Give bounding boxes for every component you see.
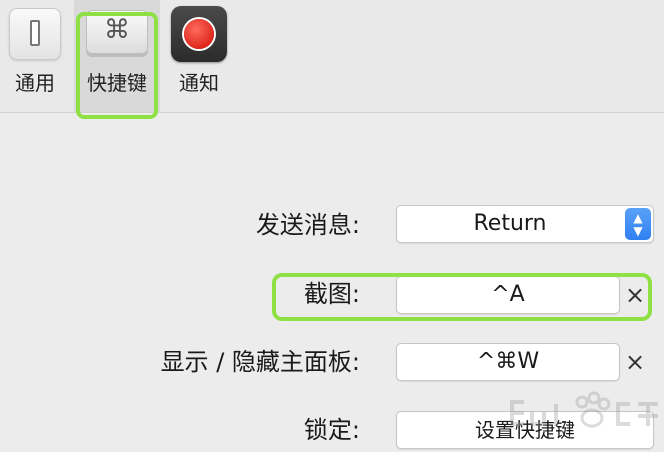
record-dot-icon <box>171 6 227 62</box>
baidu-watermark-logo <box>510 391 658 428</box>
send-message-value: Return <box>473 211 547 236</box>
tab-notifications-label: 通知 <box>179 71 219 95</box>
screenshot-clear-icon[interactable]: × <box>622 279 648 311</box>
lock-label: 锁定: <box>303 416 360 444</box>
screenshot-label: 截图: <box>303 280 360 308</box>
tab-general-label: 通用 <box>15 71 55 95</box>
preferences-toolbar: 通用 ⌘ 快捷键 通知 <box>0 0 664 113</box>
toggle-panel-label: 显示 / 隐藏主面板: <box>160 348 360 376</box>
switch-icon <box>9 8 61 60</box>
tab-shortcuts[interactable]: ⌘ 快捷键 <box>74 0 160 112</box>
command-key-icon: ⌘ <box>86 10 148 54</box>
tab-general[interactable]: 通用 <box>0 0 70 112</box>
toggle-panel-clear-icon[interactable]: × <box>622 346 648 378</box>
toggle-panel-shortcut-field[interactable]: ^⌘W <box>396 343 620 381</box>
screenshot-shortcut-field[interactable]: ^A <box>396 276 620 314</box>
tab-shortcuts-label: 快捷键 <box>87 71 147 95</box>
send-message-label: 发送消息: <box>255 211 360 239</box>
popup-stepper-icon[interactable]: ▲ ▼ <box>625 208 651 240</box>
tab-notifications[interactable]: 通知 <box>164 0 234 112</box>
send-message-popup[interactable]: Return ▲ ▼ <box>396 205 654 243</box>
